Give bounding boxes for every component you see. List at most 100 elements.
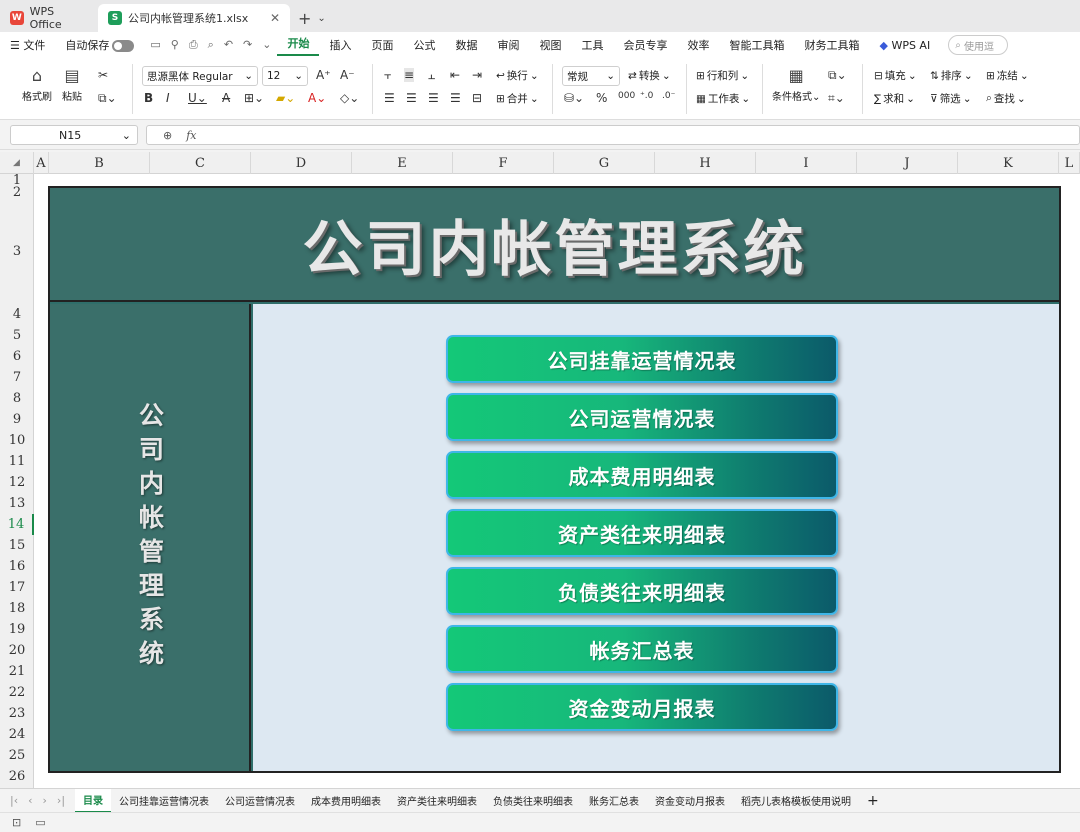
undo-icon[interactable]: ↶ [224, 38, 233, 52]
wrap-text-button[interactable]: ↩ 换行 ⌄ [496, 68, 539, 83]
increase-decimal-icon[interactable]: ⁺.0 [640, 91, 653, 101]
chevron-down-icon[interactable]: ⌄ [317, 13, 325, 24]
conditional-format-button[interactable]: ▦ 条件格式⌄ [772, 66, 820, 103]
toggle-switch-icon[interactable] [112, 40, 135, 52]
sheet-view-icon[interactable]: ▭ [35, 816, 45, 829]
underline-icon[interactable]: U⌄ [188, 91, 207, 105]
tab-file[interactable]: S 公司内帐管理系统1.xlsx ✕ [98, 4, 290, 32]
row-header-selected[interactable]: 14 [0, 514, 34, 535]
column-header[interactable]: K [958, 152, 1059, 174]
row-header[interactable]: 24 [0, 724, 34, 745]
sheet-tab-index[interactable]: 目录 [75, 788, 112, 813]
thousands-icon[interactable]: 000 [618, 91, 635, 101]
sheet-tab[interactable]: 负债类往来明细表 [485, 789, 581, 813]
row-header[interactable]: 16 [0, 556, 34, 577]
row-header[interactable]: 15 [0, 535, 34, 556]
zoom-icon[interactable]: ⊕ [163, 129, 172, 142]
sheet-tab[interactable]: 成本费用明细表 [303, 789, 389, 813]
menu-tab-finance-tools[interactable]: 财务工具箱 [794, 37, 869, 53]
add-sheet-button[interactable]: + [859, 793, 887, 809]
row-header[interactable]: 11 [0, 451, 34, 472]
column-header[interactable]: J [857, 152, 958, 174]
merge-button[interactable]: ⊞ 合并 ⌄ [496, 91, 539, 106]
row-header[interactable]: 19 [0, 619, 34, 640]
percent-icon[interactable]: % [596, 91, 607, 105]
paste-button[interactable]: ▤ 粘贴 [62, 66, 82, 103]
link-icon[interactable]: ⚲ [171, 38, 179, 52]
strikethrough-icon[interactable]: A [222, 91, 230, 105]
sheet-tab[interactable]: 账务汇总表 [581, 789, 647, 813]
justify-icon[interactable]: ☰ [450, 91, 461, 105]
number-format-select[interactable]: 常规 ⌄ [562, 66, 620, 86]
column-header[interactable]: B [49, 152, 150, 174]
nav-button-asset-accounts[interactable]: 资产类往来明细表 [446, 509, 838, 557]
row-header[interactable]: 7 [0, 367, 34, 388]
row-header[interactable]: 12 [0, 472, 34, 493]
fill-button[interactable]: ⊟ 填充 ⌄ [874, 68, 917, 83]
column-header[interactable]: E [352, 152, 453, 174]
row-header[interactable]: 22 [0, 682, 34, 703]
row-header[interactable]: 6 [0, 346, 34, 367]
sheet-tab[interactable]: 公司运营情况表 [217, 789, 303, 813]
menu-tab-wps-ai[interactable]: ◆ WPS AI [869, 39, 940, 52]
name-box[interactable]: N15 ⌄ [10, 125, 138, 145]
autosave-toggle[interactable]: 自动保存 [55, 37, 144, 53]
cut-icon[interactable]: ✂ [98, 68, 108, 82]
row-header[interactable]: 20 [0, 640, 34, 661]
menu-tab-home[interactable]: 开始 [277, 35, 320, 56]
increase-font-icon[interactable]: A⁺ [316, 68, 331, 82]
decrease-font-icon[interactable]: A⁻ [340, 68, 355, 82]
row-header[interactable]: 9 [0, 409, 34, 430]
menu-file[interactable]: ☰ 文件 [0, 37, 55, 53]
row-header[interactable]: 25 [0, 745, 34, 766]
italic-icon[interactable]: I [166, 91, 170, 105]
menu-tab-member[interactable]: 会员专享 [613, 37, 677, 53]
align-top-icon[interactable]: ⫟ [384, 68, 391, 83]
menu-tab-tools[interactable]: 工具 [571, 37, 613, 53]
align-center-icon[interactable]: ☰ [406, 91, 417, 105]
last-sheet-icon[interactable]: ›| [57, 794, 65, 807]
menu-tab-efficiency[interactable]: 效率 [677, 37, 719, 53]
save-icon[interactable]: ▭ [150, 38, 160, 52]
row-header[interactable]: 26 [0, 766, 34, 786]
bold-icon[interactable]: B [144, 91, 153, 105]
fill-color-icon[interactable]: ▰⌄ [276, 91, 295, 105]
row-col-button[interactable]: ⊞ 行和列 ⌄ [696, 68, 749, 83]
align-right-icon[interactable]: ☰ [428, 91, 439, 105]
column-header[interactable]: A [34, 152, 49, 174]
menu-tab-insert[interactable]: 插入 [319, 37, 361, 53]
next-sheet-icon[interactable]: › [43, 794, 47, 807]
nav-button-account-summary[interactable]: 帐务汇总表 [446, 625, 838, 673]
column-header[interactable]: L [1059, 152, 1080, 174]
sheet-tab[interactable]: 稻壳儿表格模板使用说明 [733, 789, 859, 813]
sort-button[interactable]: ⇅ 排序 ⌄ [930, 68, 973, 83]
row-header[interactable]: 13 [0, 493, 34, 514]
copy-icon[interactable]: ⧉⌄ [98, 91, 117, 106]
font-color-icon[interactable]: A⌄ [308, 91, 326, 105]
row-header[interactable]: 8 [0, 388, 34, 409]
column-header[interactable]: G [554, 152, 655, 174]
column-header[interactable]: C [150, 152, 251, 174]
prev-sheet-icon[interactable]: ‹ [28, 794, 32, 807]
sheet-tab[interactable]: 公司挂靠运营情况表 [111, 789, 217, 813]
tab-wps-home[interactable]: W WPS Office [0, 4, 98, 32]
format-painter-button[interactable]: ⌂ 格式刷 [22, 66, 52, 103]
macro-record-icon[interactable]: ⊡ [12, 816, 21, 829]
redo-icon[interactable]: ↷ [243, 38, 252, 52]
nav-button-cost-details[interactable]: 成本费用明细表 [446, 451, 838, 499]
distributed-icon[interactable]: ⊟ [472, 91, 482, 105]
sheet-tab[interactable]: 资产类往来明细表 [389, 789, 485, 813]
align-left-icon[interactable]: ☰ [384, 91, 395, 105]
print-preview-icon[interactable]: ⌕ [208, 38, 214, 52]
row-header[interactable]: 3 [0, 198, 34, 304]
formula-input[interactable]: ⊕ fx [146, 125, 1080, 145]
border-icon[interactable]: ⊞⌄ [244, 91, 264, 105]
menu-tab-data[interactable]: 数据 [445, 37, 487, 53]
indent-increase-icon[interactable]: ⇥ [472, 68, 482, 82]
menu-tab-page[interactable]: 页面 [361, 37, 403, 53]
nav-button-fund-monthly-report[interactable]: 资金变动月报表 [446, 683, 838, 731]
nav-button-liability-accounts[interactable]: 负债类往来明细表 [446, 567, 838, 615]
column-header[interactable]: D [251, 152, 352, 174]
print-icon[interactable]: ⎙ [189, 38, 198, 52]
column-header[interactable]: F [453, 152, 554, 174]
